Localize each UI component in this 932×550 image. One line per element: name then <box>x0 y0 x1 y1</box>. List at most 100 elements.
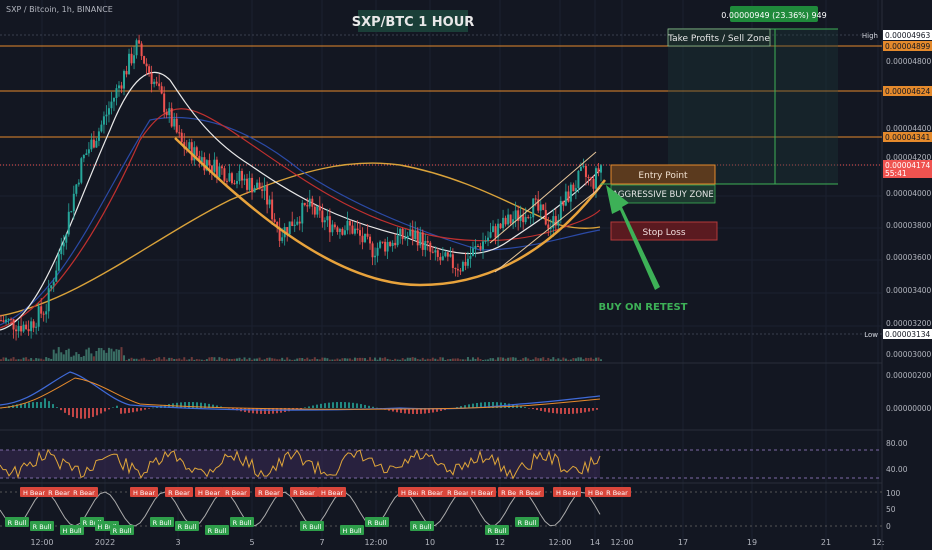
candle <box>484 235 487 244</box>
candle <box>346 211 349 235</box>
volume-bar <box>205 359 208 361</box>
volume-bar <box>401 358 404 361</box>
candle <box>107 101 110 123</box>
macd-bar <box>360 404 362 408</box>
time-tick: 3 <box>175 538 180 547</box>
macd-tick-200: 0.00000200 <box>886 371 932 380</box>
candle <box>529 213 532 225</box>
candle <box>396 227 399 248</box>
candle <box>434 246 437 261</box>
volume-bar <box>404 359 407 361</box>
macd-bar <box>68 408 70 416</box>
bear-label: H Bear <box>130 487 158 497</box>
candle <box>288 221 291 235</box>
volume-bar <box>323 357 326 361</box>
candle <box>135 38 138 59</box>
volume-bar <box>497 357 500 361</box>
candle <box>105 105 108 125</box>
svg-text:R Bull: R Bull <box>113 527 132 535</box>
volume-bar <box>288 359 291 361</box>
macd-bar <box>128 408 130 413</box>
volume-bar <box>504 358 507 361</box>
volume-bar <box>293 359 296 361</box>
volume-bar <box>589 357 592 361</box>
tick-3000: 0.00003000 <box>886 350 932 359</box>
candle <box>384 238 387 256</box>
candle <box>343 225 346 236</box>
volume-bar <box>263 359 266 361</box>
macd-bar <box>140 408 142 411</box>
svg-text:R Bull: R Bull <box>208 527 227 535</box>
candle <box>436 247 439 262</box>
volume-bar <box>5 357 8 361</box>
volume-bar <box>80 356 83 361</box>
volume-bar <box>409 357 412 361</box>
candle <box>416 227 419 252</box>
volume-bar <box>572 357 575 361</box>
volume-bar <box>45 357 48 361</box>
candle <box>45 303 48 323</box>
chart-title: SXP/BTC 1 HOUR <box>352 15 475 30</box>
volume-bar <box>361 357 364 361</box>
volume-bar <box>72 355 75 361</box>
volume-bar <box>406 357 409 361</box>
volume-bar <box>333 359 336 361</box>
candle <box>22 321 25 333</box>
candle <box>469 246 472 268</box>
candle <box>95 137 98 148</box>
volume-bar <box>25 357 28 361</box>
macd-bar <box>104 408 106 412</box>
volume-bar <box>135 358 138 361</box>
macd-bar <box>580 408 582 413</box>
volume-bar <box>266 357 269 361</box>
volume-bar <box>537 358 540 361</box>
volume-bar <box>198 359 201 361</box>
macd-histogram <box>0 398 598 419</box>
macd-bar <box>136 408 138 412</box>
time-tick: 14 <box>590 538 600 547</box>
candle <box>32 319 35 333</box>
macd-bar <box>588 408 590 412</box>
candle <box>30 317 33 339</box>
candle <box>143 55 146 65</box>
macd-bar <box>52 404 54 408</box>
volume-bar <box>461 359 464 361</box>
time-tick: 7 <box>319 538 324 547</box>
volume-bar <box>123 355 126 361</box>
candle <box>60 237 63 260</box>
candle <box>273 213 276 223</box>
volume-bar <box>436 359 439 361</box>
macd-bar <box>532 408 534 410</box>
time-tick: 19 <box>747 538 757 547</box>
candle <box>42 311 45 322</box>
macd-bar <box>304 407 306 408</box>
bear-label: R Bear <box>516 487 544 497</box>
volume-bar <box>522 358 525 361</box>
volume-bar <box>348 358 351 361</box>
volume-bar <box>532 359 535 361</box>
volume-bar <box>316 359 319 361</box>
trading-chart[interactable]: 0.00000949 (23.36%) 949 Take Profits / S… <box>0 0 932 550</box>
svg-text:R Bull: R Bull <box>368 519 387 527</box>
volume-bar <box>17 359 20 361</box>
macd-bar <box>180 402 182 408</box>
svg-text:R Bear: R Bear <box>168 489 190 497</box>
candle <box>138 34 141 45</box>
svg-text:R Bear: R Bear <box>293 489 315 497</box>
candle <box>235 173 238 189</box>
macd-bar <box>36 402 38 408</box>
macd-bar <box>148 408 150 409</box>
candle <box>100 120 103 133</box>
macd-bar <box>92 408 94 417</box>
candle <box>331 220 334 236</box>
volume-bar <box>308 359 311 361</box>
volume-bar <box>471 357 474 361</box>
time-tick: 12:00 <box>610 538 633 547</box>
svg-text:H Bear: H Bear <box>23 489 45 497</box>
candle <box>115 84 118 106</box>
macd-bar <box>32 402 34 408</box>
low-value: 0.00003134 <box>885 330 931 339</box>
volume-bar <box>371 359 374 361</box>
bull-label: R Bull <box>205 525 229 535</box>
volume-bar <box>92 356 95 361</box>
